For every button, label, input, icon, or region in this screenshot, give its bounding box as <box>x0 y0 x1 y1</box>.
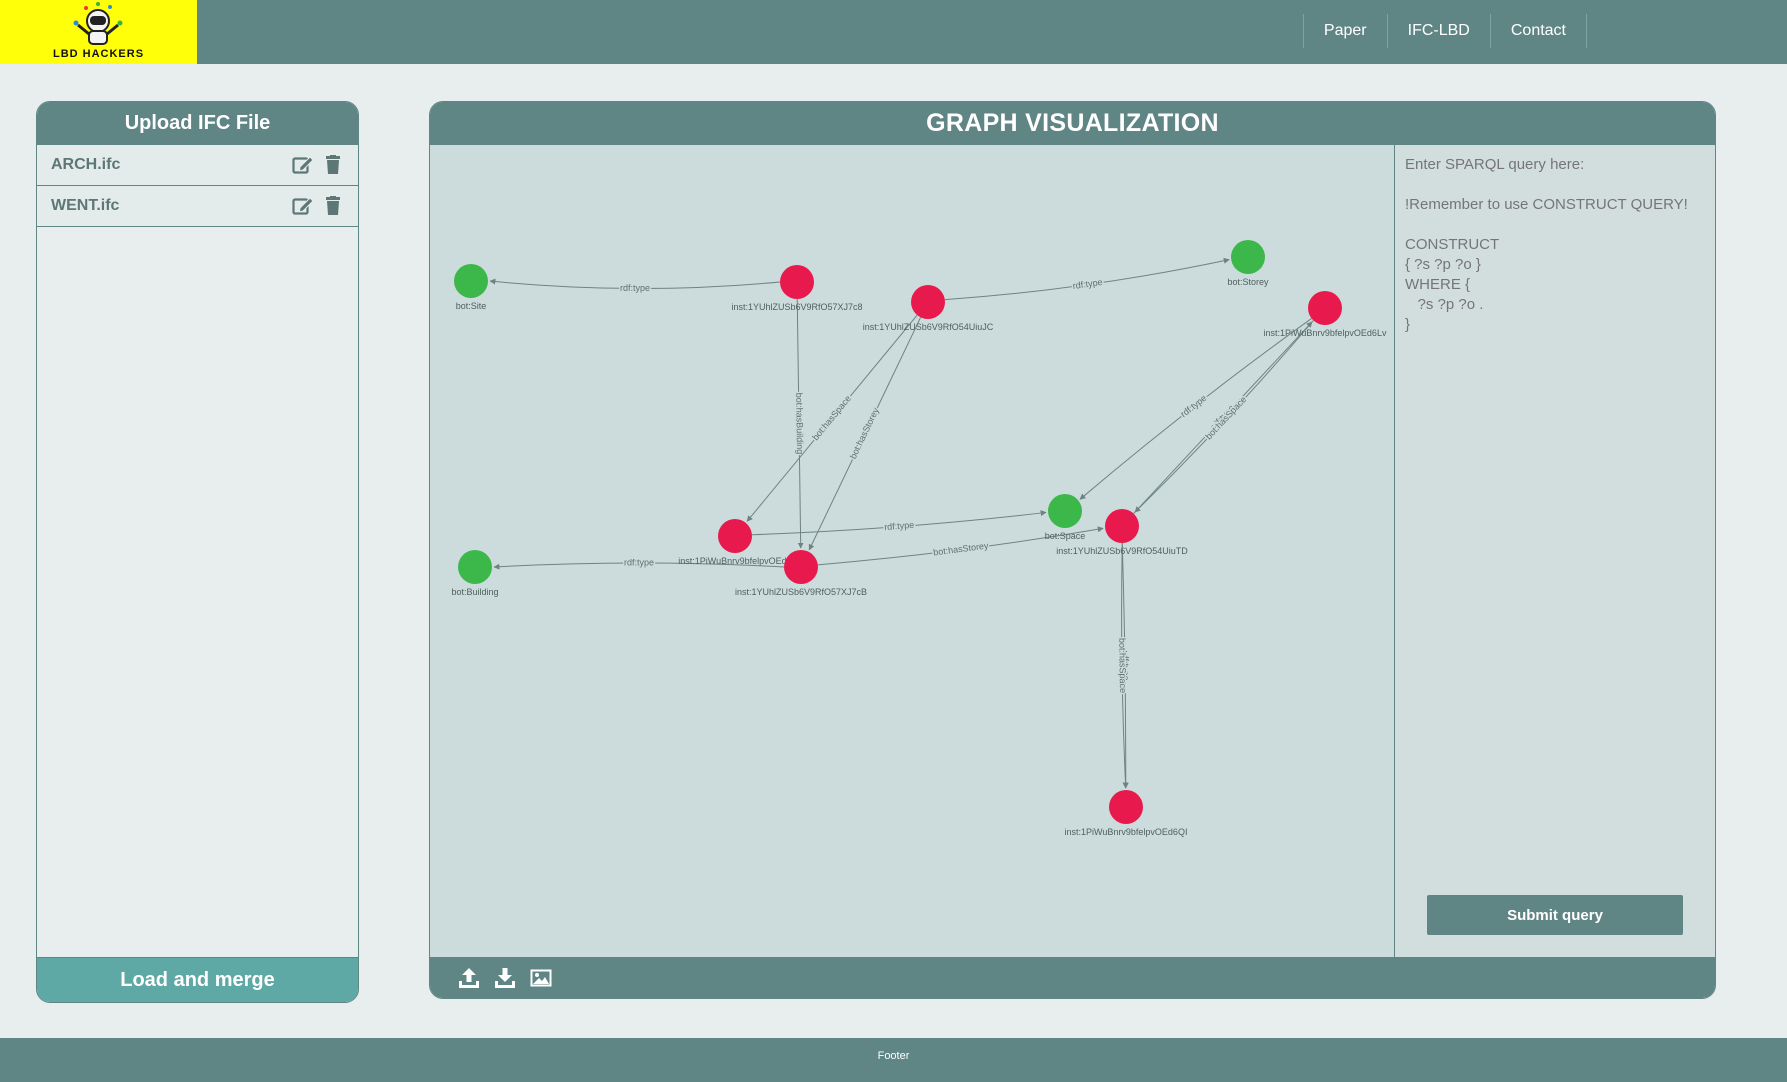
graph-node-label: inst:1YUhlZUSb6V9RfO54UiuJC <box>863 322 994 332</box>
graph-class-node[interactable]: bot:Site <box>454 264 488 311</box>
graph-node-circle[interactable] <box>784 550 818 584</box>
file-name: WENT.ifc <box>51 197 120 214</box>
nav-link-ifc-lbd[interactable]: IFC-LBD <box>1386 14 1490 48</box>
graph-panel-title: GRAPH VISUALIZATION <box>430 102 1715 145</box>
graph-edge-label: rdf:type <box>620 283 650 293</box>
nav-link-paper[interactable]: Paper <box>1302 14 1387 48</box>
graph-node-label: bot:Storey <box>1227 277 1269 287</box>
graph-edge-label: bot:hasStorey <box>933 540 990 557</box>
sparql-query-panel: Submit query <box>1394 145 1715 957</box>
graph-node-circle[interactable] <box>454 264 488 298</box>
sparql-query-input[interactable] <box>1405 155 1705 755</box>
graph-node-label: inst:1PiWuBnrv9bfelpvOEd6Lv <box>1264 328 1387 338</box>
graph-edge-label: rdf:type <box>624 557 654 567</box>
graph-node-label: bot:Space <box>1045 531 1086 541</box>
load-and-merge-button[interactable]: Load and merge <box>37 957 358 1002</box>
edit-icon[interactable] <box>292 196 314 216</box>
file-row-arch[interactable]: ARCH.ifc <box>37 145 358 186</box>
graph-svg[interactable]: rdf:type rdf:type bot:hasBuilding bot:hasSp… <box>430 145 1394 957</box>
graph-node-label: bot:Site <box>456 301 487 311</box>
graph-instance-node[interactable]: inst:1PiWuBnrv9bfelpvOEd6 <box>678 519 792 566</box>
trash-icon[interactable] <box>322 196 344 216</box>
graph-node-label: inst:1PiWuBnrv9bfelpvOEd6 <box>678 556 791 566</box>
graph-node-circle[interactable] <box>718 519 752 553</box>
graph-node-circle[interactable] <box>1308 291 1342 325</box>
trash-icon[interactable] <box>322 155 344 175</box>
graph-node-label: inst:1PiWuBnrv9bfelpvOEd6QI <box>1065 827 1188 837</box>
nav-link-contact[interactable]: Contact <box>1489 14 1587 48</box>
graph-canvas[interactable]: rdf:type rdf:type bot:hasBuilding bot:hasSp… <box>430 145 1394 957</box>
file-row-went[interactable]: WENT.ifc <box>37 186 358 227</box>
top-navigation-bar: LBD HACKERS Paper IFC-LBD Contact <box>0 0 1787 64</box>
submit-query-button[interactable]: Submit query <box>1427 895 1683 935</box>
graph-class-node[interactable]: bot:Building <box>451 550 499 597</box>
graph-toolbar <box>430 957 1715 998</box>
page-footer: Footer <box>0 1038 1787 1082</box>
graph-node-circle[interactable] <box>1105 509 1139 543</box>
graph-node-circle[interactable] <box>1048 494 1082 528</box>
astronaut-logo-icon <box>73 2 123 45</box>
graph-node-circle[interactable] <box>911 285 945 319</box>
graph-node-label: inst:1YUhlZUSb6V9RfO57XJ7c8 <box>731 302 862 312</box>
graph-node-circle[interactable] <box>780 265 814 299</box>
image-icon[interactable] <box>530 967 552 989</box>
graph-instance-node[interactable]: inst:1YUhlZUSb6V9RfO54UiuJC <box>863 285 994 332</box>
logo-text: LBD HACKERS <box>52 48 145 60</box>
graph-node-circle[interactable] <box>458 550 492 584</box>
edit-icon[interactable] <box>292 155 314 175</box>
file-name: ARCH.ifc <box>51 156 121 173</box>
graph-node-label: inst:1YUhlZUSb6V9RfO57XJ7cB <box>735 587 867 597</box>
upload-panel: Upload IFC File ARCH.ifc WENT.ifc Load a… <box>36 101 359 1003</box>
download-icon[interactable] <box>494 967 516 989</box>
graph-edge-label: rdf:type <box>884 520 915 532</box>
graph-edge-label: bot:hasSpace <box>810 393 853 442</box>
upload-panel-title: Upload IFC File <box>37 102 358 145</box>
graph-visualization-panel: GRAPH VISUALIZATION rdf:type rdf:type bot:… <box>429 101 1716 999</box>
graph-edge-label: rdf:type <box>1179 393 1209 419</box>
graph-node-circle[interactable] <box>1231 240 1265 274</box>
graph-node-circle[interactable] <box>1109 790 1143 824</box>
graph-edge-label: bot:hasBuilding <box>794 393 805 455</box>
graph-edge-label: bot:hasSpace <box>1117 638 1128 693</box>
logo[interactable]: LBD HACKERS <box>0 0 197 64</box>
graph-edge-label: bot:hasStorey <box>848 406 881 461</box>
graph-edge-label: bot:hasSpace <box>1204 394 1249 441</box>
upload-icon[interactable] <box>458 967 480 989</box>
main-nav: Paper IFC-LBD Contact <box>1302 14 1587 48</box>
graph-node-label: inst:1YUhlZUSb6V9RfO54UiuTD <box>1056 546 1188 556</box>
graph-edge-label: rdf:type <box>1072 277 1103 291</box>
graph-instance-node[interactable]: inst:1YUhlZUSb6V9RfO57XJ7c8 <box>731 265 863 312</box>
graph-node-label: bot:Building <box>451 587 498 597</box>
graph-class-node[interactable]: bot:Storey <box>1227 240 1269 287</box>
graph-instance-node[interactable]: inst:1PiWuBnrv9bfelpvOEd6QI <box>1065 790 1188 837</box>
graph-instance-node[interactable]: inst:1PiWuBnrv9bfelpvOEd6Lv <box>1264 291 1387 338</box>
graph-class-node[interactable]: bot:Space <box>1045 494 1086 541</box>
